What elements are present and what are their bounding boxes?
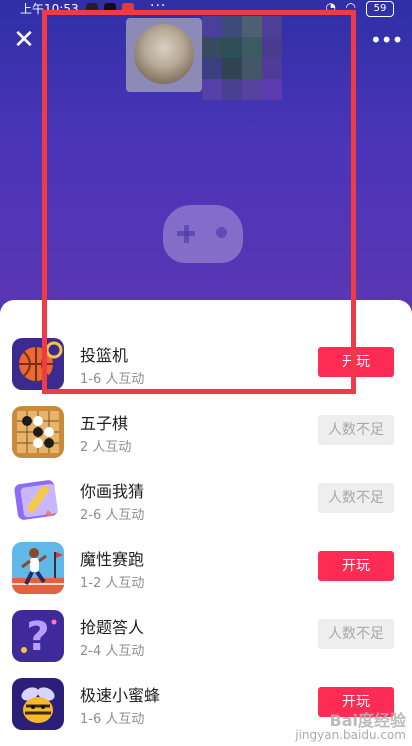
host-avatar[interactable] bbox=[126, 18, 202, 92]
battery-indicator: 59 bbox=[366, 1, 394, 17]
draw-guess-icon bbox=[12, 474, 64, 526]
question-icon: ? bbox=[12, 610, 64, 662]
status-time: 上午10:53 bbox=[20, 2, 79, 16]
game-room-header: 上午10:53 ··· ◔ ◠ 59 ✕ ••• bbox=[0, 0, 412, 320]
game-name: 投篮机 bbox=[80, 346, 129, 365]
more-notifications-icon: ··· bbox=[150, 0, 167, 14]
list-item[interactable]: ? 抢题答人 2-4 人互动 人数不足 bbox=[0, 604, 412, 672]
game-name: 极速小蜜蜂 bbox=[80, 686, 161, 705]
insufficient-players-button[interactable]: 人数不足 bbox=[318, 619, 394, 649]
close-icon[interactable]: ✕ bbox=[10, 26, 38, 54]
list-item[interactable]: 魔性赛跑 1-2 人互动 开玩 bbox=[0, 536, 412, 604]
play-button[interactable]: 开玩 bbox=[318, 347, 394, 377]
dpad-vertical bbox=[183, 224, 189, 243]
game-name: 你画我猜 bbox=[80, 482, 145, 501]
game-players: 1-2 人互动 bbox=[80, 576, 145, 591]
insufficient-players-button[interactable]: 人数不足 bbox=[318, 483, 394, 513]
more-icon[interactable]: ••• bbox=[370, 26, 403, 54]
list-item[interactable]: 你画我猜 2-6 人互动 人数不足 bbox=[0, 468, 412, 536]
gomoku-icon bbox=[12, 406, 64, 458]
play-button[interactable]: 开玩 bbox=[318, 551, 394, 581]
game-list-panel: 投篮机 1-6 人互动 开玩 五子棋 2 人互动 人数不足 你画我猜 2-6 人… bbox=[0, 300, 412, 746]
avatar-photo bbox=[134, 24, 194, 84]
game-players: 1-6 人互动 bbox=[80, 372, 145, 387]
game-players: 2 人互动 bbox=[80, 440, 132, 455]
list-item[interactable]: 投篮机 1-6 人互动 开玩 bbox=[0, 332, 412, 400]
insufficient-players-button[interactable]: 人数不足 bbox=[318, 415, 394, 445]
watermark-url: jingyan.baidu.com bbox=[295, 728, 406, 742]
game-players: 1-6 人互动 bbox=[80, 712, 145, 727]
svg-text:?: ? bbox=[26, 614, 49, 660]
basketball-icon bbox=[12, 338, 64, 390]
gamepad-button bbox=[216, 227, 227, 238]
app-notification-icon bbox=[86, 3, 98, 15]
tiktok-notification-icon bbox=[104, 3, 116, 15]
game-name: 抢题答人 bbox=[80, 618, 145, 637]
game-name: 魔性赛跑 bbox=[80, 550, 145, 569]
gamepad-icon bbox=[163, 205, 243, 263]
alarm-icon: ◔ bbox=[325, 0, 336, 14]
game-players: 2-6 人互动 bbox=[80, 508, 145, 523]
game-players: 2-4 人互动 bbox=[80, 644, 145, 659]
game-name: 五子棋 bbox=[80, 414, 129, 433]
wifi-icon: ◠ bbox=[345, 0, 356, 14]
list-item[interactable]: 五子棋 2 人互动 人数不足 bbox=[0, 400, 412, 468]
news-notification-icon bbox=[122, 3, 134, 15]
watermark: Bai度经验 jingyan.baidu.com bbox=[295, 711, 406, 743]
runner-icon bbox=[12, 542, 64, 594]
watermark-brand: Bai度经验 bbox=[329, 711, 406, 730]
blurred-avatar bbox=[202, 16, 282, 100]
bee-icon bbox=[12, 678, 64, 730]
